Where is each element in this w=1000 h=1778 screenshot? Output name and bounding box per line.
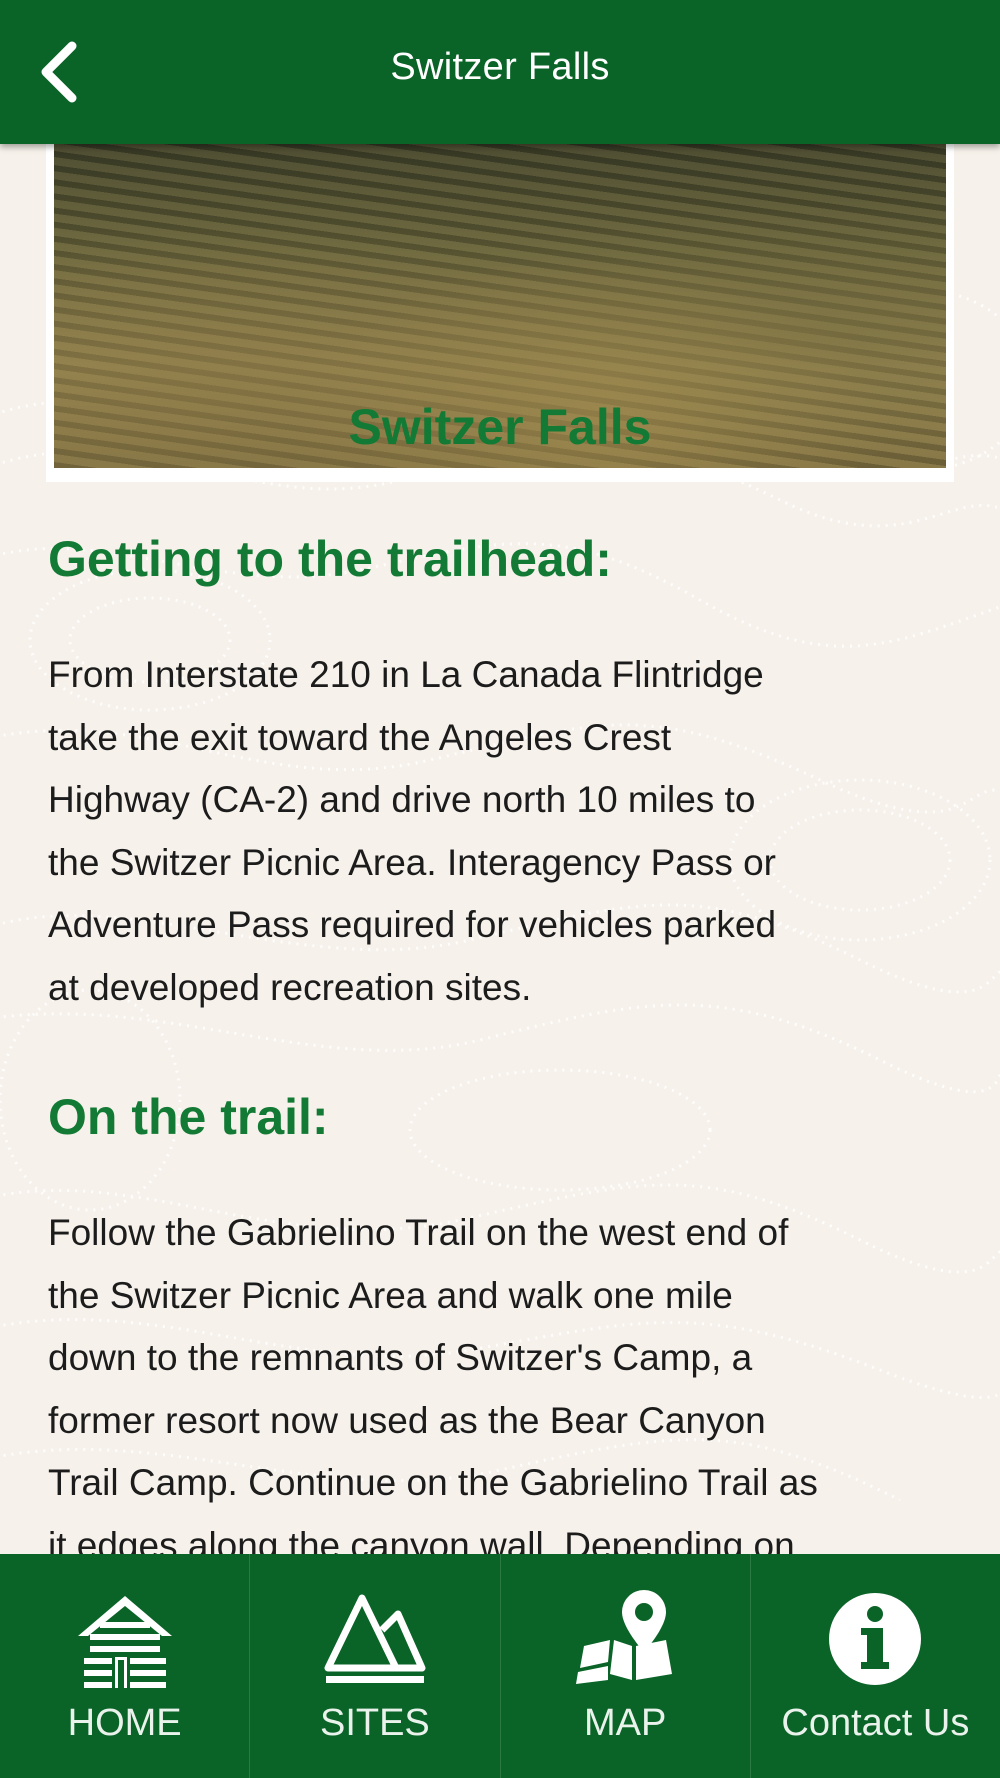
tab-home[interactable]: HOME — [0, 1554, 251, 1778]
section-body-trailhead: From Interstate 210 in La Canada Flintri… — [48, 644, 968, 1019]
cabin-icon — [77, 1596, 172, 1688]
text-line: From Interstate 210 in La Canada Flintri… — [48, 654, 764, 695]
text-line: Highway (CA-2) and drive north 10 miles … — [48, 779, 756, 820]
page-title: Switzer Falls — [348, 399, 652, 455]
text-line: the Switzer Picnic Area and walk one mil… — [48, 1274, 733, 1316]
tab-contact-us[interactable]: Contact Us — [751, 1554, 1000, 1778]
section-heading-on-trail: On the trail: — [48, 1089, 329, 1145]
tab-contact-us-label: Contact Us — [781, 1702, 970, 1744]
mountains-icon — [324, 1594, 426, 1683]
bottom-tab-bar: HOME SITES MAP Contact Us — [0, 1554, 1000, 1778]
text-line: Adventure Pass required for vehicles par… — [48, 904, 777, 945]
text-line: at developed recreation sites. — [48, 966, 532, 1008]
text-line: take the exit toward the Angeles Crest — [48, 716, 672, 758]
map-pin-icon — [576, 1590, 673, 1684]
info-icon — [829, 1593, 922, 1685]
text-line: the Switzer Picnic Area. Interagency Pas… — [48, 841, 777, 883]
tab-map-label: MAP — [583, 1702, 667, 1744]
text-line: former resort now used as the Bear Canyo… — [48, 1399, 766, 1441]
header-title: Switzer Falls — [390, 46, 610, 88]
tab-sites[interactable]: SITES — [250, 1554, 501, 1778]
tab-home-label: HOME — [67, 1702, 182, 1744]
content-scroll-area[interactable]: Switzer Falls Getting to the trailhead: … — [0, 144, 1000, 1554]
text-line: down to the remnants of Switzer's Camp, … — [48, 1337, 753, 1378]
text-line: Follow the Gabrielino Trail on the west … — [48, 1212, 789, 1253]
text-line: Trail Camp. Continue on the Gabrielino T… — [48, 1462, 818, 1503]
section-heading-trailhead: Getting to the trailhead: — [48, 531, 612, 587]
section-body-on-trail: Follow the Gabrielino Trail on the west … — [48, 1202, 968, 1554]
tab-sites-label: SITES — [319, 1702, 430, 1744]
text-line: it edges along the canyon wall. Dependin… — [48, 1524, 795, 1555]
top-nav-bar: Switzer Falls — [0, 0, 1000, 144]
tab-map[interactable]: MAP — [501, 1554, 751, 1778]
